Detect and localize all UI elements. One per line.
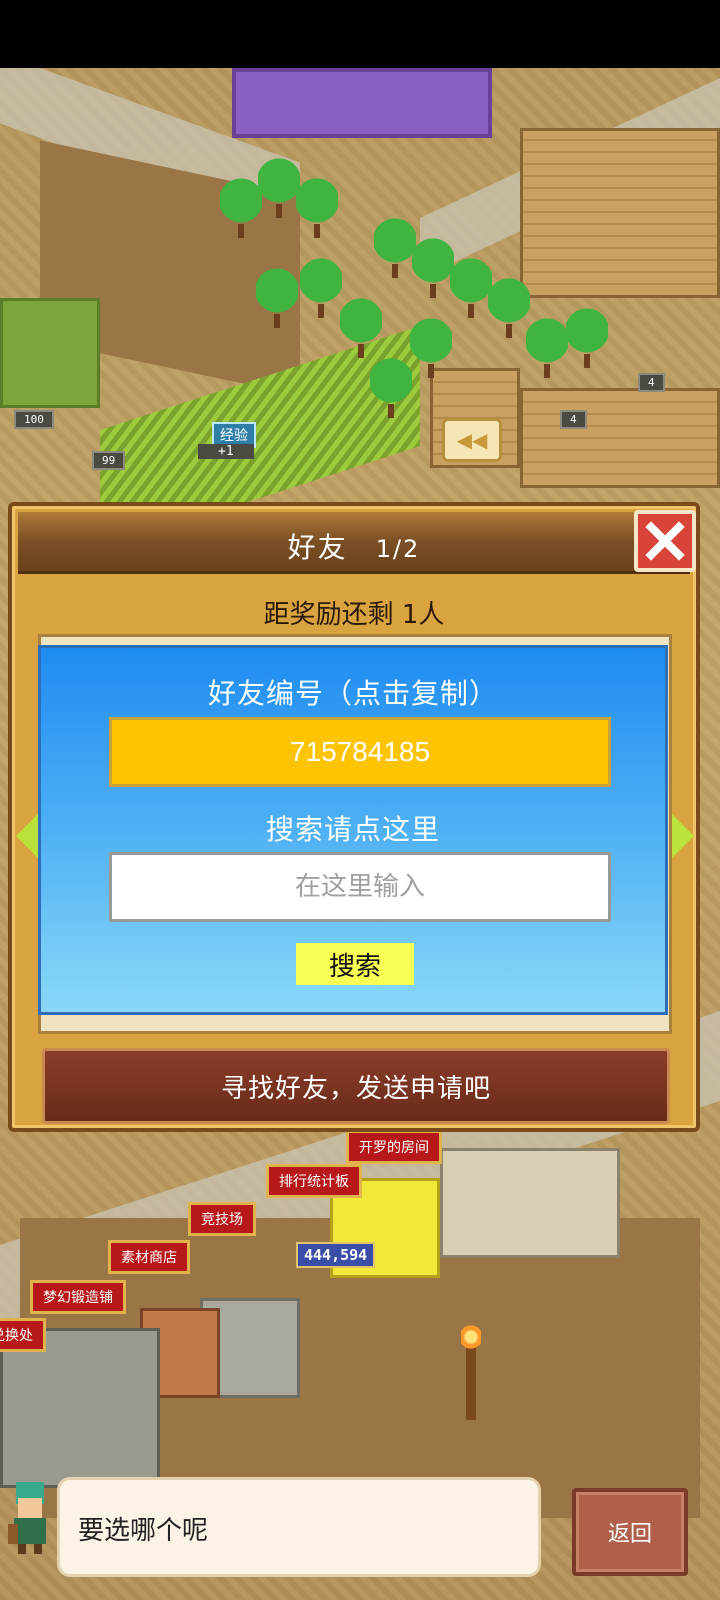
reward-remaining-text: 距奖励还剩 1人 — [263, 600, 445, 630]
torch-flame — [461, 1324, 481, 1350]
purple-roof-building — [232, 68, 492, 138]
tree — [488, 278, 530, 338]
dialog-text: 要选哪个呢 — [78, 1516, 209, 1546]
wooden-fence-area — [520, 388, 720, 488]
shop-building — [440, 1148, 620, 1258]
tree — [410, 318, 452, 378]
sign-dream-forge[interactable]: 梦幻锻造铺 — [30, 1280, 126, 1314]
coin-counter: 444,594 — [296, 1242, 376, 1268]
prev-page-arrow-icon[interactable] — [16, 814, 38, 858]
tree — [526, 318, 568, 378]
tree — [450, 258, 492, 318]
tennis-court — [0, 298, 100, 408]
find-friends-button[interactable]: 寻找好友，发送申请吧 — [42, 1048, 670, 1124]
torch — [466, 1340, 476, 1420]
exp-gain: +1 — [198, 444, 254, 459]
replay-bubble-icon[interactable]: ◀◀ — [442, 418, 502, 462]
tree — [300, 258, 342, 318]
friend-search-input[interactable] — [109, 852, 611, 922]
back-button[interactable]: 返回 — [572, 1488, 688, 1576]
tree — [412, 238, 454, 298]
friend-id-popup: 好友编号（点击复制） 715784185 搜索请点这里 搜索 — [38, 645, 668, 1015]
close-button[interactable] — [634, 510, 696, 572]
tree — [370, 358, 412, 418]
stone-building — [0, 1328, 160, 1488]
plot-counter: 4 — [638, 373, 665, 392]
tree — [258, 158, 300, 218]
search-hint: 搜索请点这里 — [265, 813, 440, 846]
npc-avatar — [4, 1476, 56, 1554]
next-page-arrow-icon[interactable] — [672, 814, 694, 858]
tree — [374, 218, 416, 278]
sign-arena[interactable]: 竞技场 — [188, 1202, 256, 1236]
dialog-box: 要选哪个呢 — [60, 1480, 538, 1574]
plot-counter: 4 — [560, 410, 587, 429]
search-button[interactable]: 搜索 — [296, 943, 414, 985]
close-icon — [645, 521, 685, 561]
tree — [220, 178, 262, 238]
wooden-building — [520, 128, 720, 298]
sign-kairo-room[interactable]: 开罗的房间 — [346, 1130, 442, 1164]
status-bar — [0, 0, 720, 68]
panel-header: 好友 1/2 — [18, 512, 690, 574]
sign-material-shop[interactable]: 素材商店 — [108, 1240, 190, 1274]
friend-id-title: 好友编号（点击复制） — [207, 677, 498, 710]
tree — [566, 308, 608, 368]
tree — [340, 298, 382, 358]
friend-id-copy-box[interactable]: 715784185 — [109, 717, 611, 787]
page-indicator: 1/2 — [375, 535, 421, 563]
plot-counter: 99 — [92, 451, 126, 470]
plot-counter: 100 — [14, 410, 54, 429]
panel-title-text: 好友 — [287, 531, 348, 564]
tree — [256, 268, 298, 328]
tree — [296, 178, 338, 238]
sign-exchange[interactable]: 兑换处 — [0, 1318, 46, 1352]
panel-title: 好友 1/2 — [18, 526, 690, 566]
sign-ranking[interactable]: 排行统计板 — [266, 1164, 362, 1198]
